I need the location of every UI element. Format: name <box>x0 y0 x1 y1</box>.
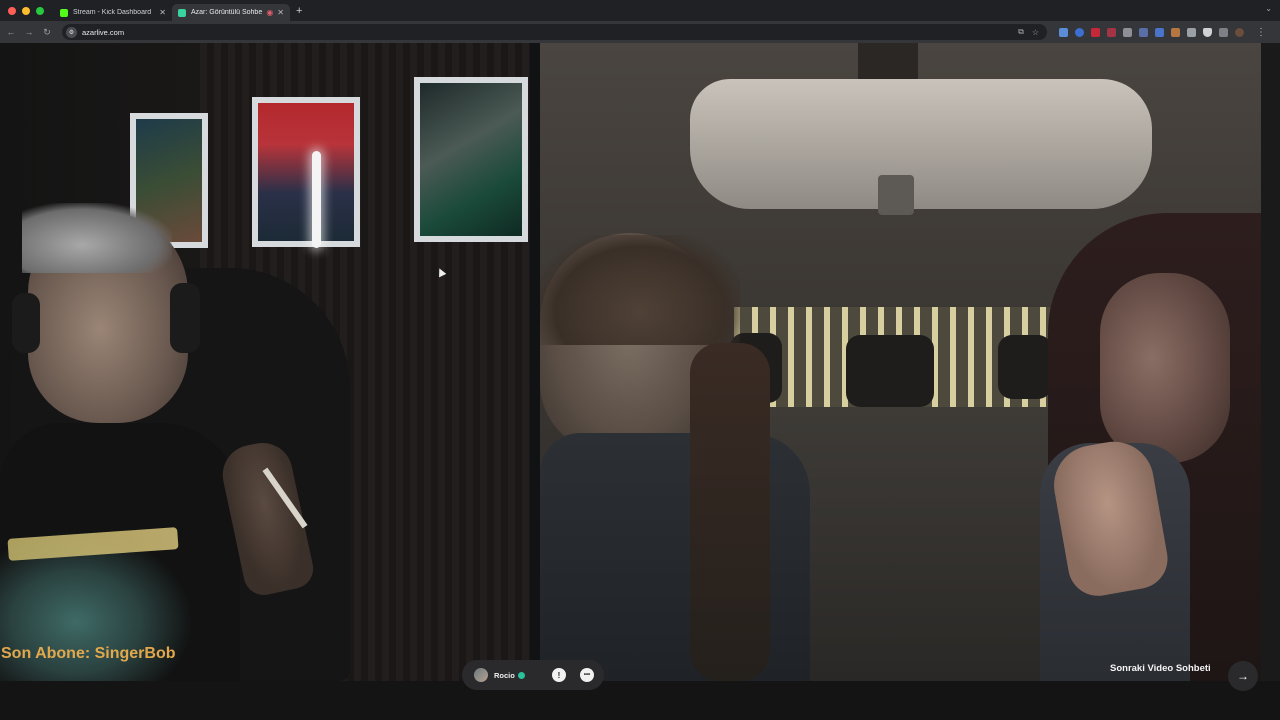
headphone-cup <box>12 293 40 353</box>
browser-toolbar: ← → ↻ ⚙ azarlive.com ⧉ ☆ ⋮ <box>0 21 1280 43</box>
minimize-window-button[interactable] <box>22 6 30 15</box>
close-tab-icon[interactable]: ✕ <box>159 8 166 17</box>
streamer-hair <box>22 203 172 273</box>
partner-long-hair <box>690 343 770 681</box>
install-app-icon[interactable]: ⧉ <box>1018 27 1024 37</box>
close-tab-icon[interactable]: ✕ <box>277 8 284 17</box>
close-window-button[interactable] <box>8 6 16 15</box>
last-subscriber-overlay: Son Abone: SingerBob <box>1 645 176 662</box>
next-arrow-button[interactable]: → <box>1228 661 1258 691</box>
mirror-clip <box>878 175 914 215</box>
tab-label: Azar: Görüntülü Sohbet & <box>191 9 263 16</box>
bookmark-star-icon[interactable]: ☆ <box>1032 28 1039 37</box>
partner-name: Rocio <box>494 670 515 680</box>
browser-tab-bar: Stream - Kick Dashboard ✕ Azar: Görüntül… <box>0 0 1280 21</box>
partner-avatar[interactable] <box>474 668 488 682</box>
next-video-chat-label[interactable]: Sonraki Video Sohbeti <box>1110 663 1211 674</box>
new-tab-icon[interactable]: + <box>296 5 302 17</box>
translate-icon[interactable] <box>1155 27 1164 37</box>
headrest <box>998 335 1052 399</box>
extension-icon[interactable] <box>1107 27 1116 37</box>
address-bar[interactable]: ⚙ azarlive.com ⧉ ☆ <box>62 24 1047 40</box>
recording-icon: ◉ <box>266 8 274 17</box>
maximize-window-button[interactable] <box>36 6 44 15</box>
tab-label: Stream - Kick Dashboard <box>73 9 152 16</box>
remote-video <box>540 43 1261 681</box>
azar-favicon-icon <box>178 8 186 17</box>
kick-favicon-icon <box>60 8 68 17</box>
extension-icon[interactable] <box>1123 27 1132 37</box>
more-options-button[interactable]: ••• <box>580 668 594 682</box>
forward-icon[interactable]: → <box>20 27 38 37</box>
extension-icon[interactable] <box>1091 27 1100 37</box>
reload-icon[interactable]: ↻ <box>38 27 56 38</box>
puzzle-icon[interactable] <box>1219 27 1228 37</box>
verified-badge-icon <box>517 671 525 679</box>
back-icon[interactable]: ← <box>2 27 20 37</box>
extensions-area <box>1059 27 1244 37</box>
tab-search-chevron-icon[interactable]: ⌄ <box>1265 4 1272 13</box>
partner-hair-left <box>540 235 740 345</box>
report-button[interactable]: ! <box>552 668 566 682</box>
bottom-bar <box>0 681 1280 720</box>
headphone-cup <box>170 283 200 353</box>
extension-icon[interactable] <box>1059 27 1068 37</box>
shield-icon[interactable] <box>1203 27 1212 37</box>
local-video <box>0 43 530 681</box>
window-controls <box>8 6 44 15</box>
right-edge-panel <box>1261 43 1280 681</box>
partner-face-right <box>1100 273 1230 463</box>
extension-icon[interactable] <box>1139 27 1148 37</box>
tab-kick-dashboard[interactable]: Stream - Kick Dashboard ✕ <box>54 4 172 21</box>
wall-picture-frame <box>414 77 528 242</box>
profile-avatar-icon[interactable] <box>1235 27 1244 37</box>
extension-icon[interactable] <box>1171 27 1180 37</box>
rearview-mirror <box>690 79 1152 209</box>
headrest <box>846 335 934 407</box>
neon-light <box>312 151 321 248</box>
extension-icon[interactable] <box>1075 27 1084 37</box>
partner-info-pill[interactable]: Rocio ! ••• <box>462 660 604 690</box>
site-info-icon[interactable]: ⚙ <box>66 26 77 38</box>
tab-azar[interactable]: Azar: Görüntülü Sohbet & ◉ ✕ <box>172 4 290 21</box>
page-content <box>0 43 1280 720</box>
extension-icon[interactable] <box>1187 27 1196 37</box>
browser-menu-icon[interactable]: ⋮ <box>1256 27 1266 38</box>
wall-picture-frame <box>252 97 360 247</box>
url-text: azarlive.com <box>82 27 125 37</box>
